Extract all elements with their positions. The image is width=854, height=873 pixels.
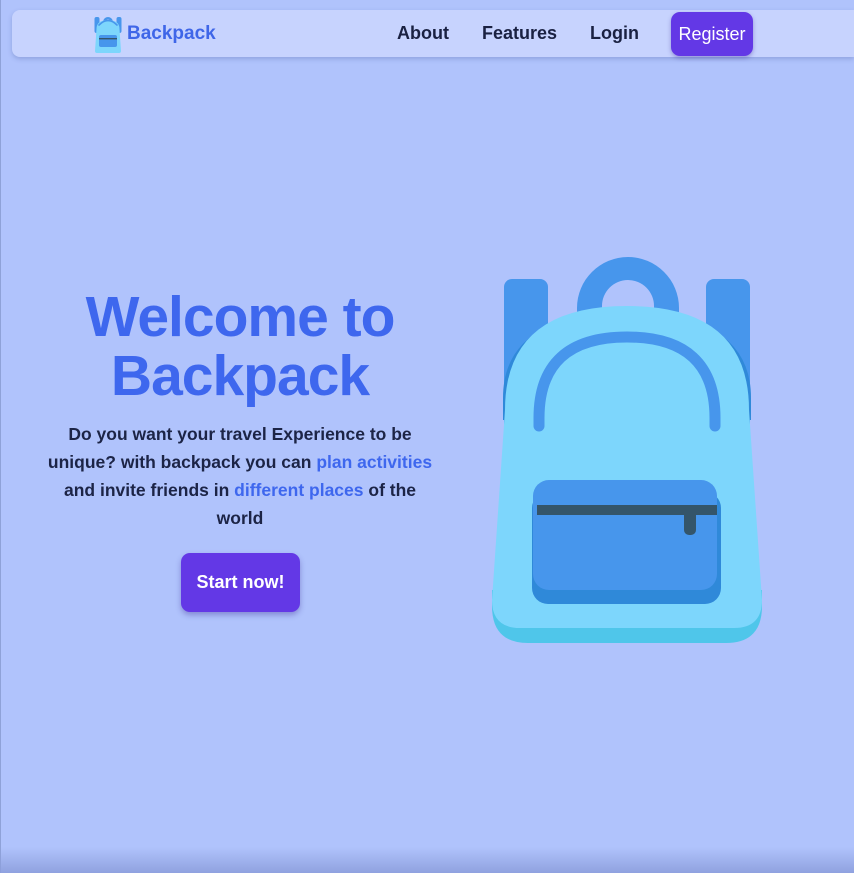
brand-name: Backpack	[127, 23, 216, 44]
brand-link[interactable]: Backpack	[93, 14, 216, 54]
hero-section: Welcome to Backpack Do you want your tra…	[40, 288, 440, 532]
nav-link-about[interactable]: About	[397, 23, 449, 44]
page-left-border	[0, 0, 1, 873]
highlight-different-places: different places	[234, 480, 364, 500]
highlight-plan-activities: plan activities	[316, 452, 433, 472]
start-now-button[interactable]: Start now!	[181, 553, 300, 612]
backpack-illustration	[492, 257, 762, 643]
nav-link-features[interactable]: Features	[482, 23, 557, 44]
backpack-logo-icon	[94, 17, 122, 53]
nav-link-login[interactable]: Login	[590, 23, 639, 44]
hero-title-line-2: Backpack	[110, 344, 370, 408]
navbar: Backpack About Features Login Register	[12, 10, 854, 57]
hero-title-line-1: Welcome to	[85, 285, 396, 349]
register-button[interactable]: Register	[671, 12, 753, 56]
hero-title: Welcome to Backpack	[40, 288, 440, 406]
bottom-shade	[0, 847, 854, 873]
hero-description: Do you want your travel Experience to be…	[40, 420, 440, 532]
hero-desc-text-2: and invite friends in	[63, 480, 235, 500]
